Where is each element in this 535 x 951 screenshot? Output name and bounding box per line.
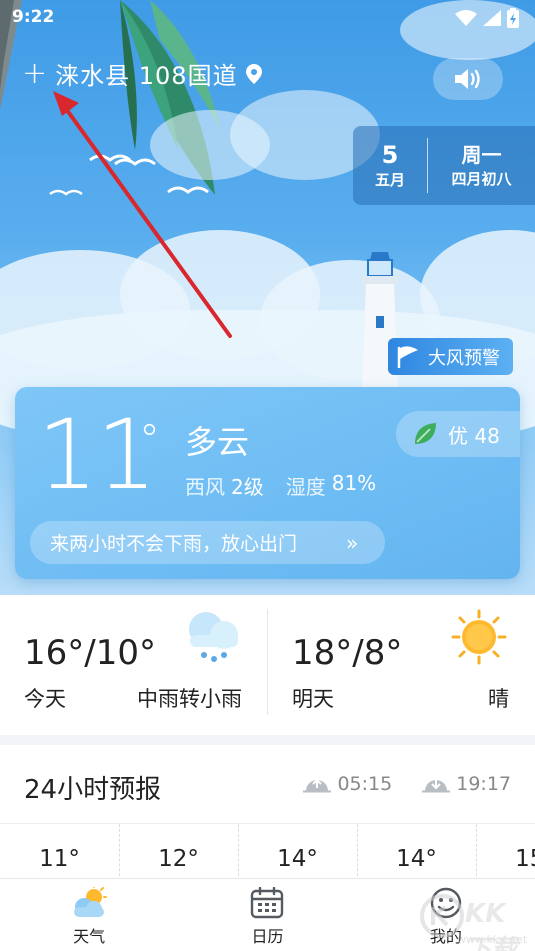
chevron-right-double-icon[interactable]: » — [346, 531, 358, 555]
current-condition: 多云 — [185, 423, 250, 461]
leaf-icon — [415, 423, 436, 444]
hour-cell[interactable]: 15° — [476, 824, 535, 885]
hourly-title: 24小时预报 — [24, 775, 162, 805]
watermark: KK下载 www.kkx.net — [419, 889, 529, 951]
tomorrow-condition: 晴 — [488, 687, 509, 711]
hourly-forecast: 24小时预报 05:15 19:17 11° 12° 14° 14° 15° — [0, 745, 535, 885]
tomorrow-label: 明天 — [292, 687, 334, 711]
nav-label-calendar[interactable]: 日历 — [251, 923, 283, 947]
status-time: 9:22 — [12, 7, 55, 27]
lunar-date: 周一 四月初八 — [428, 126, 535, 205]
alert-label[interactable]: 大风预警 — [428, 344, 500, 370]
wind-humidity-row: 西风 2级 湿度 81% — [185, 471, 392, 500]
hour-cell[interactable]: 11° — [0, 824, 119, 885]
humidity-value: 81% — [331, 471, 377, 495]
today-condition: 中雨转小雨 — [137, 687, 242, 711]
aqi-label[interactable]: 优 48 — [448, 420, 500, 449]
watermark-url: www.kkx.net — [457, 933, 528, 946]
tomorrow-temp-range: 18°/8° — [292, 633, 403, 673]
sun-icon — [451, 609, 507, 665]
nav-label-weather[interactable]: 天气 — [73, 923, 105, 947]
date-card[interactable]: 5 五月 周一 四月初八 — [353, 126, 535, 205]
tomorrow-forecast[interactable]: 18°/8° 明天 晴 — [268, 595, 535, 735]
wifi-icon — [455, 10, 477, 26]
current-weather-card[interactable]: 11 ° 多云 西风 2级 湿度 81% 优 48 来两小时不会下雨，放心出门 … — [15, 387, 520, 579]
nav-item-weather[interactable]: 天气 — [0, 879, 178, 951]
hour-cell[interactable]: 14° — [238, 824, 357, 885]
signal-icon — [483, 10, 501, 26]
rain-cloud-icon — [189, 612, 238, 662]
nav-item-calendar[interactable]: 日历 — [178, 879, 356, 951]
battery-charging-icon — [507, 8, 519, 28]
date-month: 五月 — [374, 171, 405, 190]
flag-icon — [397, 345, 418, 368]
lunar-date-text: 四月初八 — [451, 170, 512, 188]
sunset-icon — [422, 780, 451, 793]
hour-cell[interactable]: 12° — [119, 824, 238, 885]
solar-date: 5 五月 — [353, 126, 427, 205]
date-day: 5 — [381, 140, 399, 169]
rain-forecast-pill[interactable]: 来两小时不会下雨，放心出门 » — [30, 521, 385, 564]
weekday: 周一 — [461, 143, 502, 167]
wind-level: 2级 — [231, 475, 264, 499]
air-quality-pill[interactable]: 优 48 — [396, 411, 520, 457]
hour-cell[interactable]: 14° — [357, 824, 476, 885]
location-name[interactable]: 涞水县 108国道 — [55, 56, 237, 91]
two-day-forecast: 16°/10° 今天 中雨转小雨 18°/8° 明天 晴 — [0, 595, 535, 735]
humidity-label: 湿度 — [285, 475, 326, 499]
current-temperature: 11 — [37, 399, 157, 511]
seagulls-illustration — [49, 154, 209, 196]
hourly-temps-row[interactable]: 11° 12° 14° 14° 15° — [0, 823, 535, 885]
status-icons — [455, 8, 519, 28]
sunset-time: 19:17 — [456, 773, 511, 795]
sun-times: 05:15 19:17 — [303, 773, 511, 795]
sunrise-time: 05:15 — [337, 773, 393, 795]
location-pin-icon — [245, 63, 262, 84]
location-selector[interactable]: + 涞水县 108国道 — [22, 56, 262, 91]
degree-symbol: ° — [139, 415, 160, 464]
today-label: 今天 — [24, 687, 66, 711]
rain-forecast-text[interactable]: 来两小时不会下雨，放心出门 — [50, 529, 340, 556]
sunrise-icon — [303, 778, 332, 793]
status-bar: 9:22 — [0, 0, 535, 36]
voice-broadcast-button[interactable] — [433, 58, 503, 100]
add-city-icon[interactable]: + — [22, 58, 47, 89]
calendar-icon — [251, 887, 284, 919]
weather-alert-badge[interactable]: 大风预警 — [388, 338, 513, 375]
today-temp-range: 16°/10° — [24, 633, 156, 673]
bottom-nav: 天气 日历 我的 KK下载 www.kkx.net — [0, 878, 535, 951]
today-forecast[interactable]: 16°/10° 今天 中雨转小雨 — [0, 595, 268, 735]
speaker-icon — [455, 69, 480, 89]
wind-label: 西风 — [185, 475, 225, 499]
weather-icon — [74, 887, 108, 917]
